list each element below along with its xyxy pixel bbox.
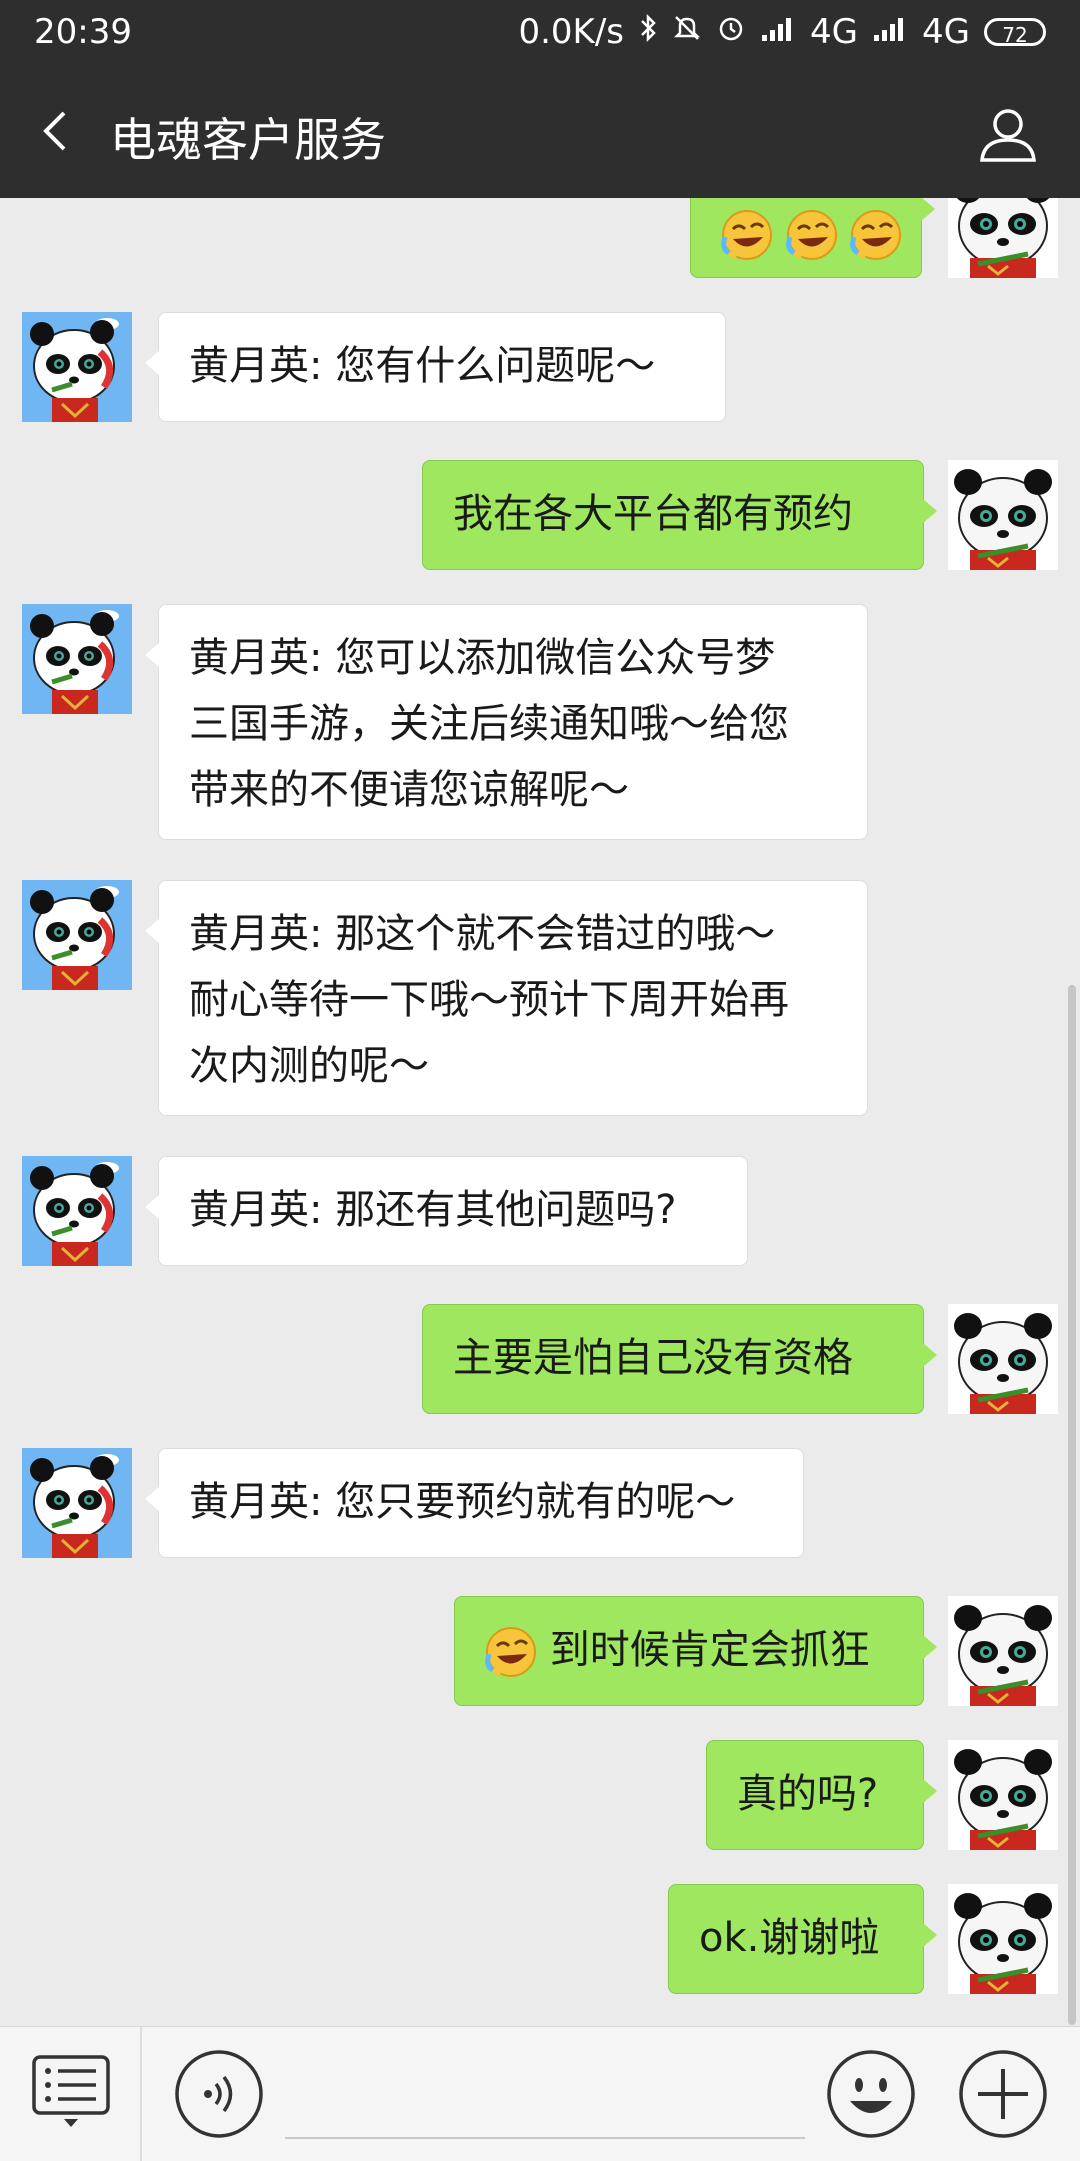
list-menu-icon [32,2055,110,2127]
avatar[interactable] [22,312,132,422]
mute-bell-icon [672,12,702,52]
page-title: 电魂客户服务 [110,113,386,167]
back-arrow-icon [43,111,66,151]
message-text-line: 黄月英: 那这个就不会错过的哦～ [189,911,776,957]
signal-icon-1 [760,12,796,52]
text-input-field[interactable] [285,2137,805,2139]
network-type-2: 4G [922,12,970,52]
message-text: 到时候肯定会抓狂 [549,1627,870,1673]
input-bar [0,2026,1080,2161]
emoji-button[interactable] [826,2049,916,2139]
avatar[interactable] [948,1304,1058,1414]
message-text-line: 耐心等待一下哦～预计下周开始再 [189,977,789,1023]
message-bubble[interactable]: 黄月英: 您有什么问题呢～ [145,312,726,422]
message-bubble[interactable]: 黄月英: 您只要预约就有的呢～ [145,1448,804,1558]
more-button[interactable] [958,2049,1048,2139]
avatar[interactable] [22,880,132,990]
avatar[interactable] [948,198,1058,278]
smiley-icon [827,2050,915,2138]
avatar[interactable] [948,460,1058,570]
plus-icon [959,2050,1047,2138]
menu-toggle-button[interactable] [30,2053,112,2133]
title-bar: 电魂客户服务 [0,68,1080,198]
message-text-line: 带来的不便请您谅解呢～ [189,767,629,813]
message-text: 黄月英: 您有什么问题呢～ [189,343,656,389]
message-text-line: 次内测的呢～ [189,1043,429,1089]
voice-button[interactable] [174,2049,264,2139]
profile-button[interactable] [976,102,1040,166]
message-text: 黄月英: 您只要预约就有的呢～ [189,1479,736,1525]
message-bubble[interactable]: 我在各大平台都有预约 [422,460,937,570]
person-icon [980,109,1036,162]
alarm-icon [716,12,746,52]
message-bubble[interactable]: 黄月英: 那还有其他问题吗? [145,1156,748,1266]
network-speed: 0.0K/s [518,12,625,52]
divider [140,2027,142,2161]
signal-icon-2 [872,12,908,52]
battery-indicator: 72 [984,18,1046,47]
message-bubble[interactable]: 到时候肯定会抓狂 [454,1596,937,1706]
scrollbar[interactable] [1068,985,1076,2025]
message-bubble[interactable]: 黄月英: 那这个就不会错过的哦～ 耐心等待一下哦～预计下周开始再 次内测的呢～ [145,880,868,1116]
laugh-cry-icon [850,209,902,261]
network-type-1: 4G [810,12,859,52]
message-text: 真的吗? [737,1771,879,1817]
message-text: 主要是怕自己没有资格 [453,1335,853,1381]
message-text-line: 黄月英: 您可以添加微信公众号梦 [189,635,776,681]
message-bubble[interactable] [690,198,935,281]
bluetooth-icon [638,12,658,52]
avatar[interactable] [22,604,132,714]
emoji-row [721,209,902,281]
avatar[interactable] [948,1596,1058,1706]
status-time: 20:39 [34,12,132,52]
back-button[interactable] [30,101,90,161]
chat-area[interactable]: 黄月英: 您有什么问题呢～ 我在各大平台都有预约 黄月英: 您可以添加微信公众号… [0,198,1080,2026]
message-bubble[interactable]: 主要是怕自己没有资格 [422,1304,937,1414]
message-bubble[interactable]: 真的吗? [706,1740,937,1850]
status-right-group: 0.0K/s 4G 4G 72 [518,12,1046,52]
message-text: 我在各大平台都有预约 [453,491,853,537]
laugh-cry-icon [786,209,838,261]
message-bubble[interactable]: 黄月英: 您可以添加微信公众号梦 三国手游，关注后续通知哦～给您 带来的不便请您… [145,604,868,840]
avatar[interactable] [22,1156,132,1266]
laugh-cry-icon [721,209,773,261]
avatar[interactable] [948,1884,1058,1994]
avatar[interactable] [22,1448,132,1558]
message-text-line: 三国手游，关注后续通知哦～给您 [189,701,789,747]
message-text: ok.谢谢啦 [699,1915,880,1961]
message-bubble[interactable]: ok.谢谢啦 [668,1884,937,1994]
status-bar: 20:39 0.0K/s 4G 4G 72 [0,0,1080,68]
laugh-cry-icon [485,1626,537,1678]
message-text: 黄月英: 那还有其他问题吗? [189,1187,677,1233]
voice-icon [175,2050,263,2138]
avatar[interactable] [948,1740,1058,1850]
